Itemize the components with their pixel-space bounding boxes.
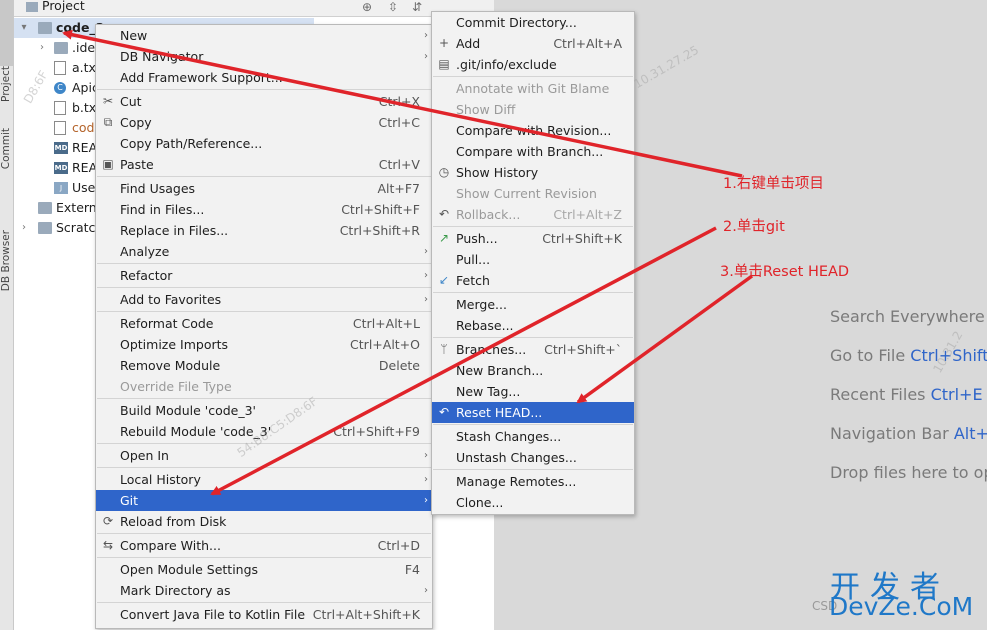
annotation-step-3: 3.单击Reset HEAD <box>720 264 850 280</box>
annotation-arrows <box>62 29 754 496</box>
annotation-step-1: 1.右键单击项目 <box>723 176 824 192</box>
annotation-step-2: 2.单击git <box>723 219 785 235</box>
arrow-3 <box>576 274 754 404</box>
site-logo-en: DevZe.CoM <box>829 592 974 621</box>
arrow-1 <box>62 29 743 178</box>
arrow-2 <box>210 226 717 496</box>
